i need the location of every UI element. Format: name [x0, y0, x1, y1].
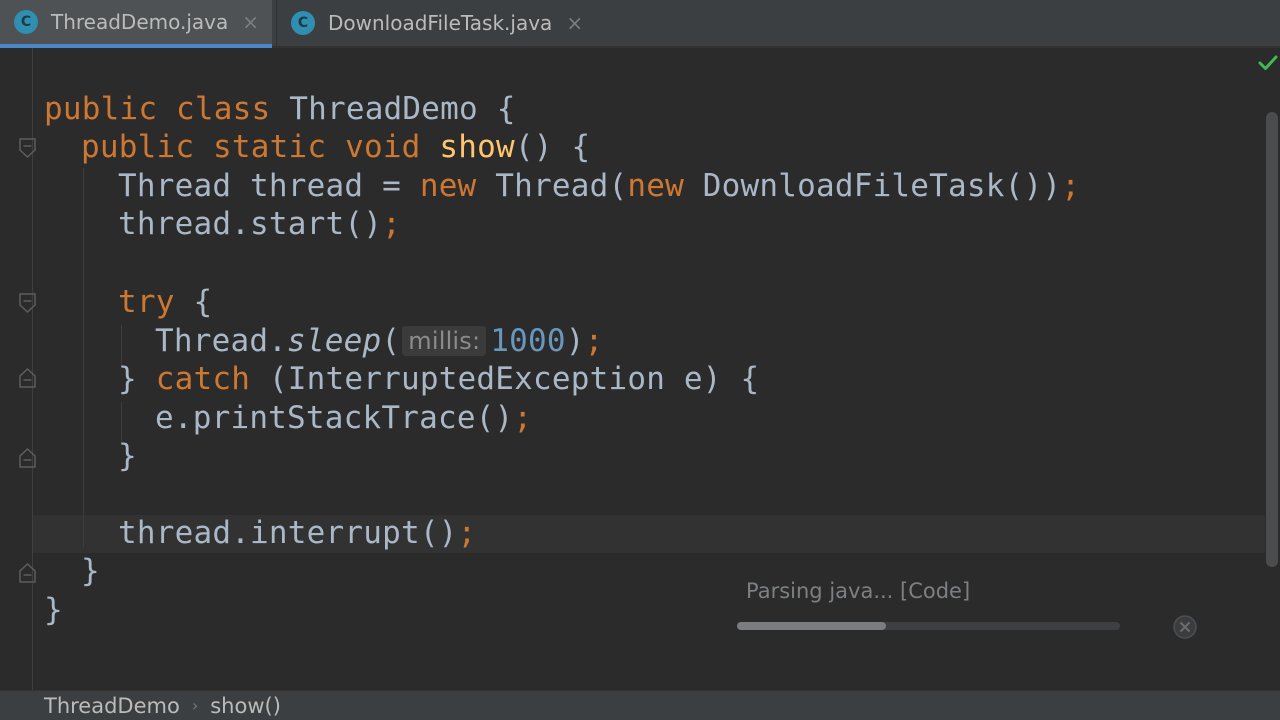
class-icon: C	[291, 11, 315, 35]
code-line-4[interactable]: thread.start();	[118, 205, 401, 243]
code-line-12[interactable]: }	[44, 591, 63, 629]
breadcrumb-item-show[interactable]: show()	[210, 694, 281, 718]
tab-threaddemo-java[interactable]: C ThreadDemo.java ×	[0, 0, 272, 48]
progress-bar	[737, 622, 1120, 630]
code-line-1[interactable]: public class ThreadDemo {	[44, 90, 516, 128]
fold-collapse-icon[interactable]	[19, 293, 36, 313]
code-line-6[interactable]: Thread.sleep(millis: 1000);	[155, 322, 604, 360]
tab-label: ThreadDemo.java	[51, 10, 229, 34]
vertical-scrollbar[interactable]	[1266, 112, 1278, 567]
breadcrumb-separator: ›	[191, 696, 199, 715]
progress-bar-fill	[737, 622, 887, 630]
tab-label: DownloadFileTask.java	[328, 11, 553, 35]
code-line-9[interactable]: }	[118, 437, 137, 475]
editor-tab-bar: C ThreadDemo.java × C DownloadFileTask.j…	[0, 0, 1280, 48]
close-icon[interactable]: ×	[566, 11, 583, 35]
tab-downloadfiletask-java[interactable]: C DownloadFileTask.java ×	[276, 0, 606, 46]
breadcrumb: ThreadDemo › show()	[0, 690, 1280, 720]
code-line-11[interactable]: }	[81, 552, 100, 590]
code-line-8[interactable]: e.printStackTrace();	[155, 399, 532, 437]
code-line-5[interactable]: try {	[118, 283, 212, 321]
class-icon: C	[14, 10, 38, 34]
code-line-2[interactable]: public static void show() {	[81, 128, 590, 166]
code-line-10[interactable]: thread.interrupt();	[118, 514, 476, 552]
fold-end-icon[interactable]	[19, 368, 36, 388]
fold-collapse-icon[interactable]	[19, 138, 36, 158]
breadcrumb-item-threaddemo[interactable]: ThreadDemo	[44, 694, 180, 718]
fold-end-icon[interactable]	[19, 448, 36, 468]
cancel-icon[interactable]	[1172, 614, 1198, 640]
parameter-hint: millis:	[402, 326, 487, 356]
code-line-7[interactable]: } catch (InterruptedException e) {	[118, 360, 759, 398]
progress-status-text: Parsing java... [Code]	[746, 579, 971, 603]
check-icon	[1258, 55, 1278, 70]
code-line-3[interactable]: Thread thread = new Thread(new DownloadF…	[118, 167, 1080, 205]
fold-end-icon[interactable]	[19, 563, 36, 583]
close-icon[interactable]: ×	[242, 10, 259, 34]
indent-guide	[83, 168, 84, 548]
